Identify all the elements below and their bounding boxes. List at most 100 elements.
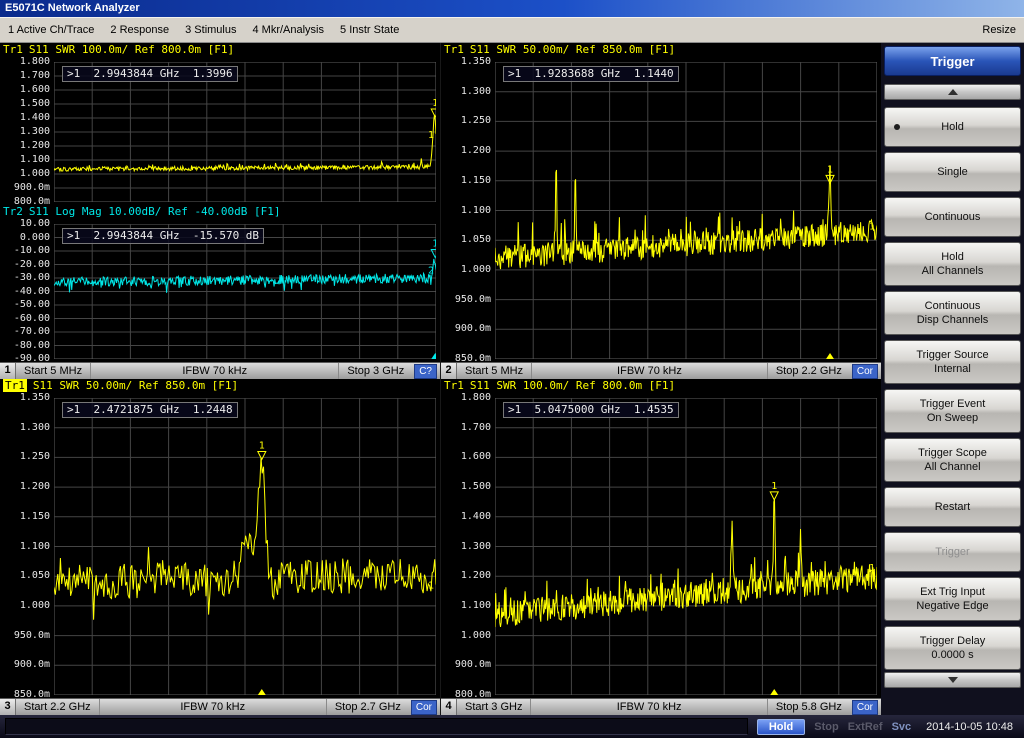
- softkey-single[interactable]: Single: [884, 152, 1021, 192]
- softkey-ext-trig-input-negative-edge[interactable]: Ext Trig InputNegative Edge: [884, 577, 1021, 621]
- y-axis-label: -50.00: [0, 300, 50, 310]
- y-axis-label: 1.100: [441, 206, 491, 216]
- plot-ch1-swr[interactable]: 1.8001.7001.6001.5001.4001.3001.2001.100…: [0, 59, 440, 205]
- softkey-trigger-event-on-sweep[interactable]: Trigger EventOn Sweep: [884, 389, 1021, 433]
- softkey-continuous[interactable]: Continuous: [884, 197, 1021, 237]
- window-titlebar: E5071C Network Analyzer: [0, 0, 1024, 17]
- trace-params: S11 SWR 100.0m/ Ref 800.0m [F1]: [29, 43, 234, 56]
- softkey-value: All Channels: [922, 264, 984, 278]
- softkey-value: 0.0000 s: [931, 648, 973, 662]
- marker-number: 1: [432, 239, 436, 250]
- y-axis-label: 1.250: [441, 116, 491, 126]
- y-axis-label: 1.200: [441, 146, 491, 156]
- trigger-status-hold[interactable]: Hold: [757, 719, 805, 735]
- scroll-up-icon: [948, 89, 958, 95]
- channel-2-statusbar: 2 Start 5 MHz IFBW 70 kHz Stop 2.2 GHz C…: [441, 362, 881, 379]
- marker-readout: >1 2.9943844 GHz 1.3996: [62, 66, 238, 82]
- y-axis-label: 10.00: [0, 219, 50, 229]
- scroll-up-button[interactable]: [884, 84, 1021, 100]
- channel-3-quadrant: Tr1S11 SWR 50.00m/ Ref 850.0m [F1] 1.350…: [0, 379, 440, 715]
- marker-readout: >1 1.9283688 GHz 1.1440: [503, 66, 679, 82]
- y-axis-label: 900.0m: [441, 660, 491, 670]
- softkey-value: On Sweep: [927, 411, 978, 425]
- cal-status-badge: C?: [414, 364, 437, 379]
- menu-item-3[interactable]: 3 Stimulus: [185, 24, 236, 36]
- y-axis-label: 1.800: [441, 393, 491, 403]
- plot-ch4-swr[interactable]: 1.8001.7001.6001.5001.4001.3001.2001.100…: [441, 395, 881, 698]
- channel-number: 1: [0, 363, 16, 379]
- y-axis-label: 1.300: [0, 423, 50, 433]
- indicator-stop[interactable]: Stop: [814, 721, 838, 733]
- sweep-stop: Stop 2.2 GHz: [768, 363, 850, 379]
- softkey-menu: Trigger Hold Single Continuous HoldAll Chan…: [881, 43, 1024, 715]
- y-axis-label: -70.00: [0, 327, 50, 337]
- softkey-restart[interactable]: Restart: [884, 487, 1021, 527]
- datetime: 2014-10-05 10:48: [920, 721, 1019, 733]
- trace-number-ref: 1: [428, 130, 434, 141]
- trace-header-ch1-tr2[interactable]: Tr2S11 Log Mag 10.00dB/ Ref -40.00dB [F1…: [0, 205, 440, 221]
- y-axis-label: 1.150: [0, 512, 50, 522]
- softkey-label: Ext Trig Input: [920, 585, 985, 599]
- y-axis-label: 1.800: [0, 57, 50, 67]
- softkey-hold-all-channels[interactable]: HoldAll Channels: [884, 242, 1021, 286]
- y-axis-label: 800.0m: [0, 197, 50, 207]
- plot-ch2-swr[interactable]: 1.3501.3001.2501.2001.1501.1001.0501.000…: [441, 59, 881, 362]
- plot-ch1-logmag[interactable]: 10.000.000-10.00-20.00-30.00-40.00-50.00…: [0, 221, 440, 362]
- softkey-value: Internal: [934, 362, 971, 376]
- menu-item-resize[interactable]: Resize: [982, 24, 1016, 36]
- marker-stimulus-icon: [826, 353, 834, 359]
- menu-item-4[interactable]: 4 Mkr/Analysis: [252, 24, 324, 36]
- y-axis-label: 1.500: [0, 99, 50, 109]
- y-axis-label: -60.00: [0, 314, 50, 324]
- menu-item-5[interactable]: 5 Instr State: [340, 24, 399, 36]
- menu-item-2[interactable]: 2 Response: [110, 24, 169, 36]
- marker-readout: >1 5.0475000 GHz 1.4535: [503, 402, 679, 418]
- channel-4-statusbar: 4 Start 3 GHz IFBW 70 kHz Stop 5.8 GHz C…: [441, 698, 881, 715]
- plot-svg: 11: [495, 62, 877, 359]
- ifbw-label: IFBW 70 kHz: [531, 699, 767, 715]
- y-axis-label: 900.0m: [0, 183, 50, 193]
- y-axis-label: -40.00: [0, 287, 50, 297]
- ifbw-label: IFBW 70 kHz: [91, 363, 339, 379]
- softkey-label: Trigger Scope: [918, 446, 987, 460]
- trace-header-ch2-tr1[interactable]: Tr1S11 SWR 50.00m/ Ref 850.0m [F1]: [441, 43, 881, 59]
- y-axis-label: 850.0m: [0, 690, 50, 700]
- marker-triangle-icon: [431, 109, 436, 117]
- trace-number-ref: 1: [869, 563, 875, 574]
- softkey-continuous-disp-channels[interactable]: ContinuousDisp Channels: [884, 291, 1021, 335]
- marker-number: 1: [771, 481, 777, 492]
- trace-header-ch4-tr1[interactable]: Tr1S11 SWR 100.0m/ Ref 800.0m [F1]: [441, 379, 881, 395]
- scroll-down-button[interactable]: [884, 672, 1021, 688]
- softkey-label: Restart: [935, 500, 970, 514]
- marker-triangle-icon: [258, 451, 266, 459]
- y-axis-label: 900.0m: [0, 660, 50, 670]
- y-axis-label: 1.000: [441, 265, 491, 275]
- softkey-label: Hold: [941, 120, 964, 134]
- y-axis-label: 0.000: [0, 233, 50, 243]
- indicator-extref[interactable]: ExtRef: [848, 721, 883, 733]
- plot-ch3-swr[interactable]: 1.3501.3001.2501.2001.1501.1001.0501.000…: [0, 395, 440, 698]
- softkey-trigger[interactable]: Trigger: [884, 532, 1021, 572]
- channel-number: 4: [441, 699, 457, 715]
- sweep-start: Start 2.2 GHz: [16, 699, 100, 715]
- y-axis-label: 1.700: [441, 423, 491, 433]
- y-axis-label: 1.200: [0, 482, 50, 492]
- trace-number-ref: 2: [428, 266, 434, 277]
- y-axis-label: -20.00: [0, 260, 50, 270]
- softkey-trigger-source-internal[interactable]: Trigger SourceInternal: [884, 340, 1021, 384]
- softkey-trigger-delay-0-0000-s[interactable]: Trigger Delay0.0000 s: [884, 626, 1021, 670]
- marker-number: 1: [827, 164, 833, 175]
- menu-item-1[interactable]: 1 Active Ch/Trace: [8, 24, 94, 36]
- trace-header-ch1-tr1[interactable]: Tr1S11 SWR 100.0m/ Ref 800.0m [F1]: [0, 43, 440, 59]
- channel-4-quadrant: Tr1S11 SWR 100.0m/ Ref 800.0m [F1] 1.800…: [441, 379, 881, 715]
- trace-header-ch3-tr1[interactable]: Tr1S11 SWR 50.00m/ Ref 850.0m [F1]: [0, 379, 440, 395]
- marker-stimulus-icon: [258, 689, 266, 695]
- sweep-start: Start 5 MHz: [16, 363, 91, 379]
- trace-id: Tr1: [444, 43, 464, 56]
- softkey-trigger-scope-all-channel[interactable]: Trigger ScopeAll Channel: [884, 438, 1021, 482]
- softkey-hold[interactable]: Hold: [884, 107, 1021, 147]
- marker-number: 1: [259, 440, 265, 451]
- y-axis-label: 1.100: [0, 542, 50, 552]
- indicator-svc[interactable]: Svc: [892, 721, 912, 733]
- graph-ch1-tr1: Tr1S11 SWR 100.0m/ Ref 800.0m [F1] 1.800…: [0, 43, 440, 205]
